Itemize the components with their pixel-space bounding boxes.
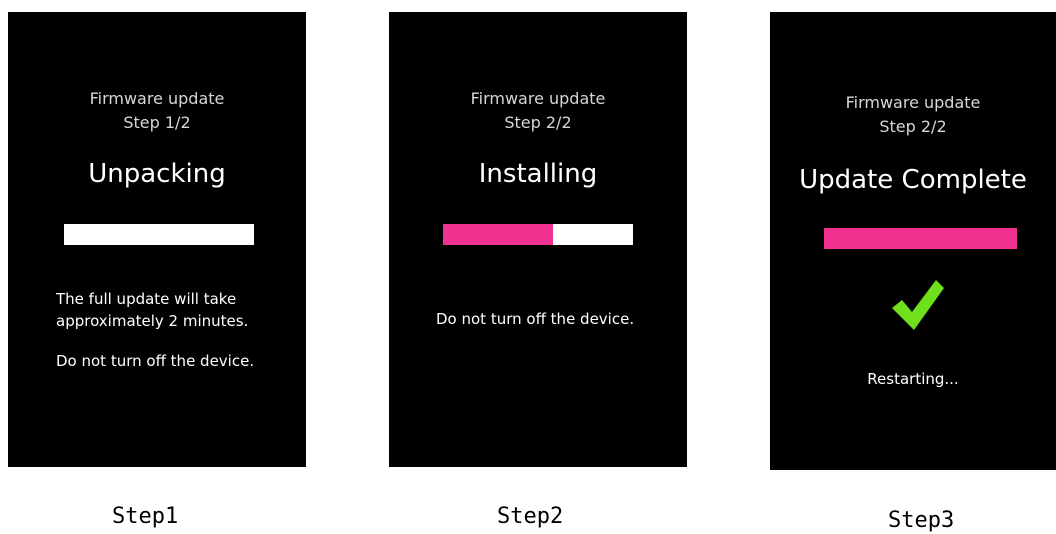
firmware-update-title: Firmware update [89,89,225,108]
device-screen-step3: Firmware update Step 2/2 Update Complete… [770,12,1056,470]
progress-bar [824,228,1017,249]
step-indicator: Step 2/2 [504,113,572,132]
duration-message-line2: approximately 2 minutes. [56,312,249,330]
device-screen-step2: Firmware update Step 2/2 Installing Do n… [389,12,687,467]
firmware-update-title: Firmware update [845,93,981,112]
caption-step2: Step2 [497,504,564,529]
status-heading: Installing [478,159,598,189]
firmware-update-title: Firmware update [470,89,606,108]
progress-bar [443,224,633,245]
restarting-message: Restarting... [867,370,959,388]
caption-step1: Step1 [112,504,179,529]
caption-step3: Step3 [888,508,955,533]
checkmark-icon [892,280,944,330]
status-heading: Update Complete [799,165,1027,195]
duration-message-line1: The full update will take [56,290,237,308]
status-heading: Unpacking [88,159,226,189]
step-indicator: Step 2/2 [879,117,947,136]
progress-bar-fill [443,224,554,245]
warning-message: Do not turn off the device. [56,352,255,370]
device-screen-step1: Firmware update Step 1/2 Unpacking The f… [8,12,306,467]
progress-bar [64,224,254,245]
warning-message: Do not turn off the device. [436,310,635,328]
progress-bar-fill [824,228,1017,249]
step-indicator: Step 1/2 [123,113,191,132]
